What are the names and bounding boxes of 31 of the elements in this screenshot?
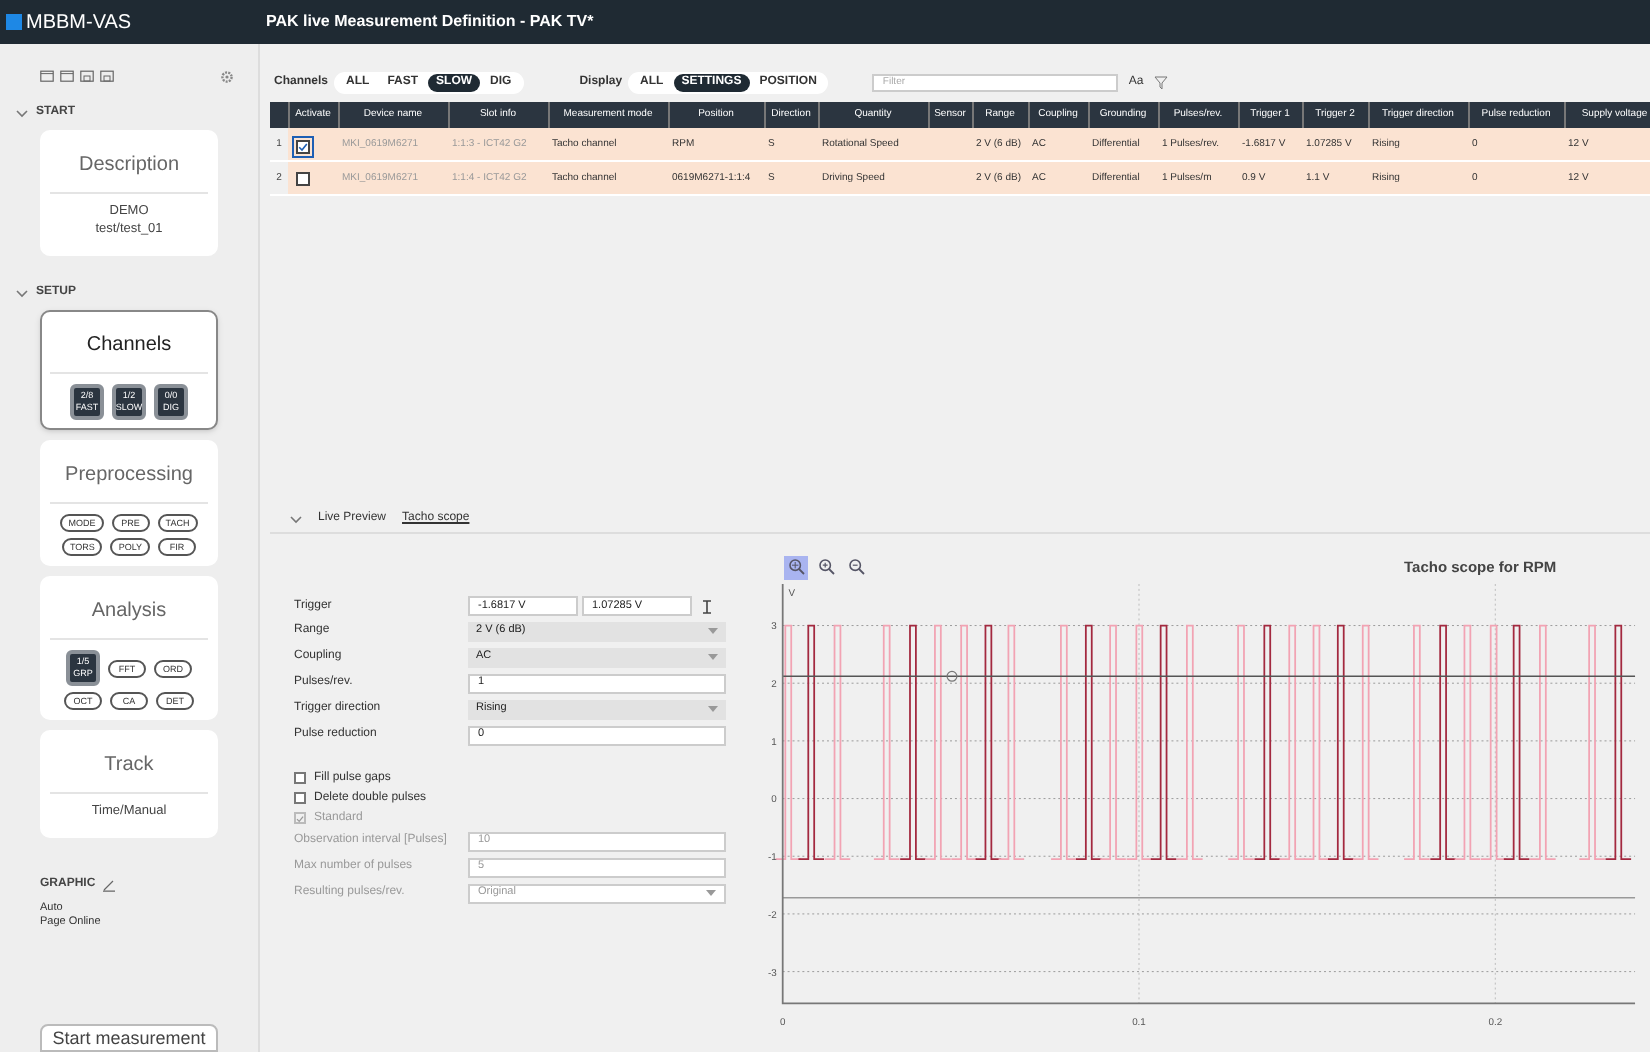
pointer-magnifier-icon[interactable] <box>784 555 808 580</box>
card-title: Channels <box>86 334 172 356</box>
app-logo-icon <box>6 14 22 30</box>
dropdown-arrow-icon[interactable] <box>708 706 718 712</box>
move-handle-icon[interactable] <box>946 670 958 682</box>
zoom-in-icon[interactable] <box>814 555 838 580</box>
card-title: Preprocessing <box>65 464 193 486</box>
text-cursor-icon[interactable] <box>702 599 712 613</box>
checkbox[interactable] <box>296 172 310 186</box>
checkbox[interactable] <box>296 140 310 154</box>
zoom-out-icon[interactable] <box>844 555 868 580</box>
pencil-icon[interactable] <box>101 878 116 892</box>
checkbox[interactable] <box>294 772 306 784</box>
window-title: PAK live Measurement Definition - PAK TV* <box>266 10 594 34</box>
folder-icon[interactable] <box>40 70 54 82</box>
start-measurement-button[interactable]: Start measurement <box>40 1024 218 1052</box>
dropdown-arrow-icon[interactable] <box>708 628 718 634</box>
chevron-down-icon[interactable] <box>290 515 302 523</box>
checkbox[interactable] <box>294 792 306 804</box>
filter-icon[interactable] <box>1153 75 1168 89</box>
trigger-line[interactable] <box>781 675 1636 677</box>
dropdown-arrow-icon[interactable] <box>708 654 718 660</box>
chevron-down-icon[interactable] <box>16 289 28 297</box>
card-title: Description <box>78 154 180 176</box>
save-icon[interactable] <box>80 70 94 82</box>
settings-icon[interactable] <box>220 69 234 83</box>
app-name: MBBM-VAS <box>26 9 132 37</box>
card-title: Analysis <box>91 600 167 622</box>
chevron-down-icon[interactable] <box>16 109 28 117</box>
card-title: Track <box>104 754 154 776</box>
trigger-line[interactable] <box>781 896 1636 899</box>
